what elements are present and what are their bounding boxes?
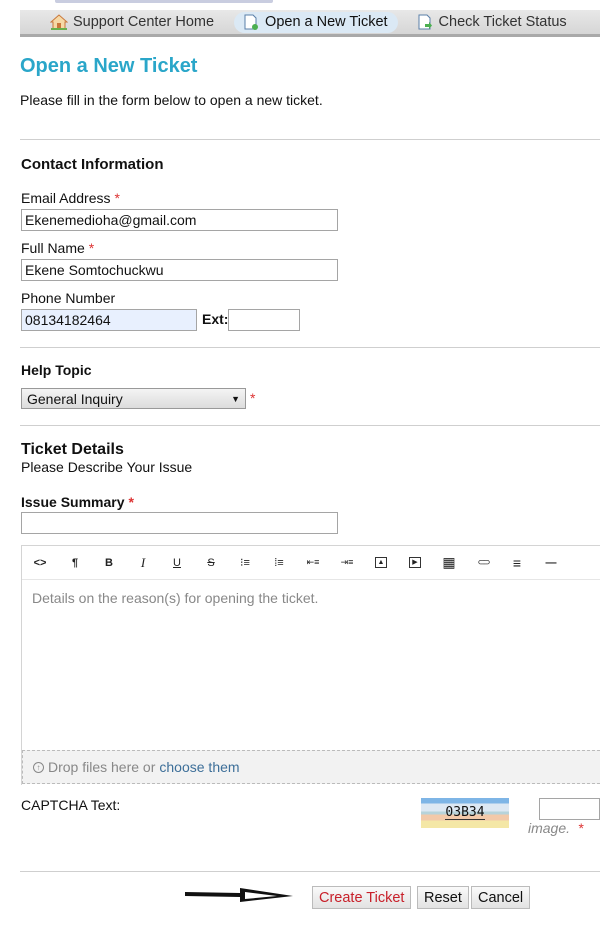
indent-icon[interactable]: ⇥≡	[330, 549, 364, 577]
nav-check-ticket-status[interactable]: Check Ticket Status	[408, 12, 577, 33]
video-icon[interactable]: ▶	[398, 549, 432, 577]
underline-icon[interactable]: U	[160, 549, 194, 577]
nav-label: Open a New Ticket	[265, 14, 388, 30]
new-ticket-icon	[242, 14, 260, 30]
captcha-image: 03B34	[421, 798, 509, 828]
horizontal-rule-icon[interactable]: —	[534, 549, 568, 577]
outdent-icon[interactable]: ⇤≡	[296, 549, 330, 577]
help-topic-title: Help Topic	[21, 362, 92, 378]
issue-summary-field[interactable]	[21, 512, 338, 534]
captcha-code: 03B34	[445, 804, 485, 820]
image-icon[interactable]: ▲	[364, 549, 398, 577]
captcha-note-text: image.	[528, 820, 571, 836]
nav-bar: Support Center Home Open a New Ticket Ch…	[20, 10, 600, 37]
full-name-field[interactable]	[21, 259, 338, 281]
email-field[interactable]	[21, 209, 338, 231]
dropzone-text: Drop files here or	[48, 759, 156, 775]
rich-text-editor: <> ¶ B I U S ⁝≡ ⁞≡ ⇤≡ ⇥≡ ▲ ▶ ▦ ⊂⊃ ≡ — De…	[21, 545, 600, 785]
choose-files-link[interactable]: choose them	[159, 759, 239, 775]
full-name-label-text: Full Name	[21, 240, 85, 256]
nav-label: Check Ticket Status	[438, 14, 567, 30]
ext-label: Ext:	[202, 311, 229, 327]
ordered-list-icon[interactable]: ⁞≡	[262, 549, 296, 577]
captcha-note: image. *	[528, 820, 583, 836]
required-mark: *	[577, 820, 584, 836]
reset-button[interactable]: Reset	[417, 886, 469, 909]
ticket-details-title: Ticket Details	[21, 441, 124, 458]
html-icon[interactable]: <>	[22, 549, 58, 577]
divider	[20, 139, 600, 140]
create-ticket-button[interactable]: Create Ticket	[312, 886, 412, 909]
editor-placeholder: Details on the reason(s) for opening the…	[32, 590, 319, 606]
divider	[20, 347, 600, 348]
captcha-field[interactable]	[539, 798, 600, 820]
nav-label: Support Center Home	[73, 14, 215, 30]
required-mark: *	[114, 190, 120, 206]
required-mark: *	[128, 494, 134, 510]
video-glyph: ▶	[409, 557, 421, 568]
required-mark: *	[250, 390, 256, 406]
chevron-down-icon: ▼	[231, 393, 240, 404]
editor-body[interactable]: Details on the reason(s) for opening the…	[22, 580, 600, 750]
help-topic-selected: General Inquiry	[27, 390, 123, 407]
email-label-text: Email Address	[21, 190, 111, 206]
page-title: Open a New Ticket	[20, 55, 198, 77]
phone-field[interactable]	[21, 309, 197, 331]
top-strip	[55, 0, 273, 3]
align-icon[interactable]: ≡	[500, 549, 534, 577]
divider	[20, 425, 600, 426]
issue-summary-label-text: Issue Summary	[21, 494, 125, 510]
paragraph-icon[interactable]: ¶	[58, 549, 92, 577]
cancel-button[interactable]: Cancel	[471, 886, 531, 909]
required-mark: *	[88, 240, 95, 256]
intro-text: Please fill in the form below to open a …	[20, 92, 323, 108]
nav-open-new-ticket[interactable]: Open a New Ticket	[234, 11, 398, 33]
captcha-label: CAPTCHA Text:	[21, 797, 121, 813]
email-label: Email Address *	[21, 190, 120, 206]
table-icon[interactable]: ▦	[432, 549, 466, 577]
ticket-details-subtitle: Please Describe Your Issue	[21, 459, 193, 475]
strikethrough-icon[interactable]: S	[194, 549, 228, 577]
ticket-status-icon	[416, 14, 434, 30]
upload-icon: ↑	[33, 761, 44, 773]
contact-section-title: Contact Information	[21, 156, 164, 173]
image-glyph: ▲	[374, 557, 388, 568]
bold-icon[interactable]: B	[92, 549, 126, 577]
editor-toolbar: <> ¶ B I U S ⁝≡ ⁞≡ ⇤≡ ⇥≡ ▲ ▶ ▦ ⊂⊃ ≡ —	[22, 546, 600, 580]
ext-field[interactable]	[228, 309, 300, 331]
divider	[20, 871, 600, 872]
phone-label: Phone Number	[21, 290, 116, 306]
issue-summary-label: Issue Summary *	[21, 494, 134, 510]
link-icon[interactable]: ⊂⊃	[466, 549, 500, 577]
full-name-label: Full Name *	[21, 240, 94, 256]
unordered-list-icon[interactable]: ⁝≡	[228, 549, 262, 577]
annotation-arrow-icon	[185, 888, 293, 902]
home-icon	[49, 14, 69, 30]
file-dropzone[interactable]: ↑ Drop files here or choose them	[22, 750, 600, 784]
italic-icon[interactable]: I	[126, 549, 160, 577]
nav-support-center-home[interactable]: Support Center Home	[42, 12, 224, 33]
help-topic-select[interactable]: General Inquiry ▼	[21, 388, 246, 409]
